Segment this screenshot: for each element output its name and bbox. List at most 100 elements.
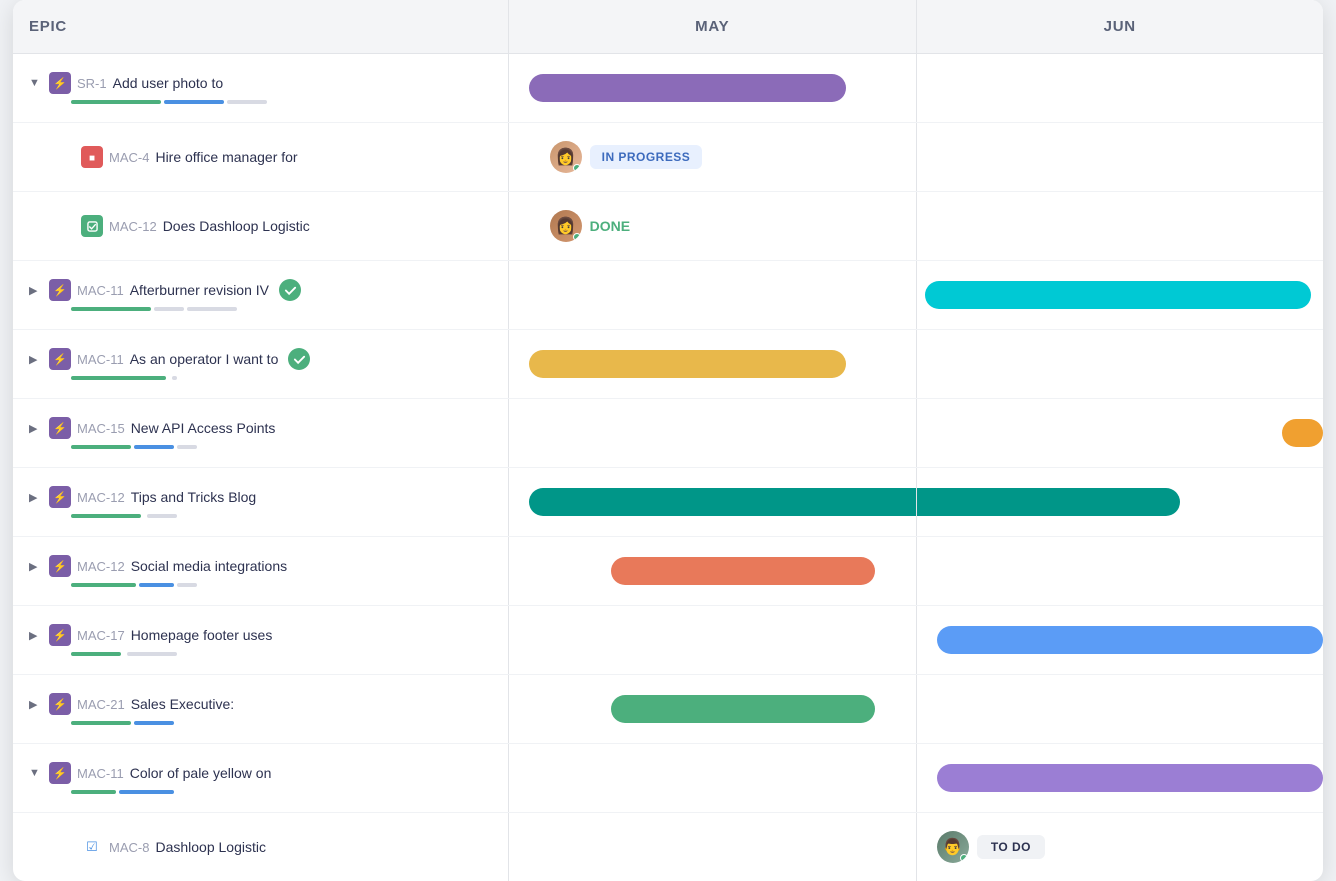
lightning-icon xyxy=(53,421,67,435)
epic-main: ▶MAC-15New API Access Points xyxy=(29,417,496,439)
gantt-may-cell xyxy=(508,468,916,536)
epic-id: MAC-8 xyxy=(109,840,149,855)
avatar: 👩 xyxy=(550,210,582,242)
epic-type-icon xyxy=(49,486,71,508)
gantt-bar xyxy=(937,764,1323,792)
progress-bars xyxy=(29,583,496,587)
chevron-icon[interactable]: ▼ xyxy=(29,77,43,89)
epic-id: MAC-11 xyxy=(77,352,124,367)
gantt-may-cell xyxy=(508,606,916,674)
done-status: 👩DONE xyxy=(550,210,630,242)
gantt-may-cell xyxy=(508,675,916,743)
chevron-icon[interactable]: ▶ xyxy=(29,491,43,504)
table-row: MAC-4 Hire office manager for 👩 IN PROGRESS xyxy=(13,123,1323,192)
avatar: 👩 xyxy=(550,141,582,173)
progress-bars xyxy=(29,721,496,725)
epic-cell: ▶MAC-15New API Access Points xyxy=(13,407,508,459)
chevron-icon[interactable]: ▶ xyxy=(29,698,43,711)
chevron-icon[interactable]: ▶ xyxy=(29,353,43,366)
epic-main: ▶MAC-12Tips and Tricks Blog xyxy=(29,486,496,508)
online-dot xyxy=(573,164,581,172)
progress-bar-segment xyxy=(139,583,174,587)
epic-type-icon xyxy=(49,693,71,715)
checkmark-icon xyxy=(87,221,98,232)
epic-type-icon xyxy=(49,279,71,301)
gantt-bar xyxy=(611,557,875,585)
epic-type-icon xyxy=(49,624,71,646)
epic-type-icon xyxy=(49,72,71,94)
epic-type-icon xyxy=(81,836,103,858)
table-row: ▶MAC-12Tips and Tricks Blog xyxy=(13,468,1323,537)
table-row: ▼MAC-11Color of pale yellow on xyxy=(13,744,1323,813)
epic-cell: ▶MAC-11Afterburner revision IV xyxy=(13,269,508,321)
progress-bar-segment xyxy=(71,445,131,449)
gantt-jun-cell xyxy=(916,537,1324,605)
gantt-jun-cell xyxy=(916,54,1324,122)
chevron-icon[interactable]: ▼ xyxy=(29,767,43,779)
epic-main: ▶MAC-12Social media integrations xyxy=(29,555,496,577)
header-epic: Epic xyxy=(13,0,508,53)
header-may: MAY xyxy=(508,0,916,53)
progress-bar-segment xyxy=(227,100,267,104)
todo-status: 👨TO DO xyxy=(937,831,1045,863)
gantt-bar xyxy=(529,74,846,102)
epic-title: Does Dashloop Logistic xyxy=(163,218,310,234)
epic-cell: ▶MAC-11As an operator I want to xyxy=(13,338,508,390)
progress-bar-segment xyxy=(134,445,174,449)
epic-main: ▶MAC-11Afterburner revision IV xyxy=(29,279,496,301)
progress-bar-segment xyxy=(187,307,237,311)
epic-cell: ▶MAC-17Homepage footer uses xyxy=(13,614,508,666)
table-row: ▶MAC-11As an operator I want to xyxy=(13,330,1323,399)
epic-title: Hire office manager for xyxy=(155,149,297,165)
epic-type-icon xyxy=(49,417,71,439)
avatar: 👨 xyxy=(937,831,969,863)
online-dot xyxy=(960,854,968,862)
gantt-jun-cell xyxy=(916,123,1324,191)
in-progress-badge: IN PROGRESS xyxy=(590,145,703,169)
progress-bar-segment xyxy=(164,100,224,104)
epic-main: ▼SR-1Add user photo to xyxy=(29,72,496,94)
in-progress-status: 👩 IN PROGRESS xyxy=(550,141,703,173)
epic-cell: MAC-12Does Dashloop Logistic xyxy=(13,205,508,247)
epic-main: ▼MAC-11Color of pale yellow on xyxy=(29,762,496,784)
gantt-may-cell xyxy=(508,813,916,881)
table-row: ▶MAC-17Homepage footer uses xyxy=(13,606,1323,675)
epic-type-icon xyxy=(49,762,71,784)
gantt-may-cell xyxy=(508,399,916,467)
epic-type-icon xyxy=(49,348,71,370)
gantt-may-cell: 👩DONE xyxy=(508,192,916,260)
table-row: ▶MAC-15New API Access Points xyxy=(13,399,1323,468)
progress-bars xyxy=(29,790,496,794)
chevron-icon[interactable]: ▶ xyxy=(29,560,43,573)
epic-main: MAC-8Dashloop Logistic xyxy=(61,836,496,858)
lightning-icon xyxy=(53,559,67,573)
epic-id: MAC-4 xyxy=(109,150,149,165)
gantt-bar xyxy=(529,350,846,378)
done-badge xyxy=(279,279,301,301)
chevron-icon[interactable]: ▶ xyxy=(29,629,43,642)
gantt-jun-cell xyxy=(916,606,1324,674)
epic-id: MAC-12 xyxy=(77,559,125,574)
lightning-icon xyxy=(53,283,67,297)
lightning-icon xyxy=(53,628,67,642)
gantt-bar xyxy=(937,626,1323,654)
gantt-jun-cell xyxy=(916,330,1324,398)
table-row: MAC-12Does Dashloop Logistic 👩DONE xyxy=(13,192,1323,261)
lightning-icon xyxy=(53,697,67,711)
epic-cell: ▶MAC-12Tips and Tricks Blog xyxy=(13,476,508,528)
epic-title: Homepage footer uses xyxy=(131,627,273,643)
progress-bar-segment xyxy=(71,583,136,587)
table-row: MAC-8Dashloop Logistic 👨TO DO xyxy=(13,813,1323,881)
chevron-icon[interactable]: ▶ xyxy=(29,284,43,297)
table-row: ▶MAC-21Sales Executive: xyxy=(13,675,1323,744)
epic-title: Tips and Tricks Blog xyxy=(131,489,257,505)
epic-type-icon xyxy=(81,215,103,237)
table-row: ▼SR-1Add user photo to xyxy=(13,54,1323,123)
gantt-jun-cell: 👨TO DO xyxy=(916,813,1324,881)
checkbox-icon xyxy=(86,839,98,855)
epic-main: ▶MAC-11As an operator I want to xyxy=(29,348,496,370)
epic-main: MAC-12Does Dashloop Logistic xyxy=(61,215,496,237)
chevron-icon[interactable]: ▶ xyxy=(29,422,43,435)
epic-main: ▶MAC-17Homepage footer uses xyxy=(29,624,496,646)
epic-title: New API Access Points xyxy=(131,420,276,436)
